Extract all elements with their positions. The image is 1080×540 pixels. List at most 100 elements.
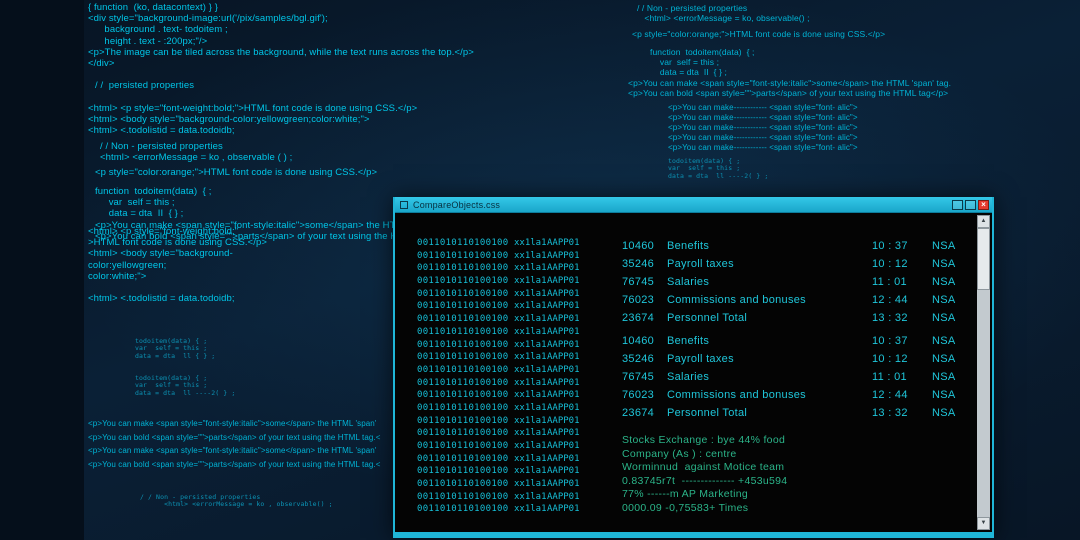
- binary-column: 0011010110100100 xx1la1AAPP01 001101011010…: [417, 238, 580, 517]
- binary-code1: xx1la1: [514, 314, 547, 325]
- binary-code2: AAPP01: [547, 504, 580, 515]
- window-titlebar[interactable]: CompareObjects.css ×: [395, 197, 992, 213]
- binary-code2: AAPP01: [547, 415, 580, 426]
- binary-bits: 0011010110100100: [417, 263, 509, 274]
- fin-agency: NSA: [932, 335, 956, 347]
- binary-bits: 0011010110100100: [417, 466, 509, 477]
- compare-objects-window: CompareObjects.css × 0011010110100100 xx1…: [393, 197, 994, 538]
- code-block-right-small-todoitem: todoitem(data) { ; var self = this ; dat…: [668, 157, 769, 180]
- binary-code2: AAPP01: [547, 339, 580, 350]
- binary-bits: 0011010110100100: [417, 301, 509, 312]
- fin-agency: NSA: [932, 407, 956, 419]
- binary-row: 0011010110100100 xx1la1AAPP01: [417, 479, 580, 492]
- binary-code2: AAPP01: [547, 491, 580, 502]
- window-controls: ×: [952, 199, 989, 210]
- code-block-right-todoitem: function todoitem(data) { ; var self = t…: [650, 47, 755, 77]
- fin-agency: NSA: [932, 371, 956, 383]
- binary-code1: xx1la1: [514, 466, 547, 477]
- binary-row: 0011010110100100 xx1la1AAPP01: [417, 340, 580, 353]
- fin-amount: 10460: [622, 335, 655, 347]
- binary-code2: AAPP01: [547, 250, 580, 261]
- binary-row: 0011010110100100 xx1la1AAPP01: [417, 289, 580, 302]
- binary-code1: xx1la1: [514, 326, 547, 337]
- fin-label: Commissions and bonuses: [667, 294, 806, 306]
- binary-row: 0011010110100100 xx1la1AAPP01: [417, 301, 580, 314]
- code-block-right-span-tags: <p>You can make <span style="font-style:…: [628, 78, 952, 98]
- binary-code1: xx1la1: [514, 504, 547, 515]
- scroll-up-button[interactable]: ▲: [977, 215, 990, 228]
- binary-row: 0011010110100100 xx1la1AAPP01: [417, 352, 580, 365]
- binary-bits: 0011010110100100: [417, 314, 509, 325]
- fin-time: 13 : 32: [872, 312, 908, 324]
- binary-bits: 0011010110100100: [417, 479, 509, 490]
- financial-row: 35246 Payroll taxes 10 : 12 NSA: [622, 353, 974, 371]
- code-block-right-color-orange: <p style="color:orange;">HTML font code …: [632, 29, 886, 39]
- binary-row: 0011010110100100 xx1la1AAPP01: [417, 390, 580, 403]
- binary-code2: AAPP01: [547, 263, 580, 274]
- binary-code1: xx1la1: [514, 276, 547, 287]
- scrollbar-thumb[interactable]: [977, 228, 990, 290]
- code-block-small-todoitem: todoitem(data) { ; var self = this ; dat…: [135, 337, 236, 397]
- binary-row: 0011010110100100 xx1la1AAPP01: [417, 454, 580, 467]
- financial-row: 76023 Commissions and bonuses 12 : 44 NSA: [622, 294, 974, 312]
- binary-code1: xx1la1: [514, 250, 547, 261]
- binary-code2: AAPP01: [547, 238, 580, 248]
- binary-code1: xx1la1: [514, 415, 547, 426]
- binary-bits: 0011010110100100: [417, 326, 509, 337]
- binary-code2: AAPP01: [547, 390, 580, 401]
- binary-bits: 0011010110100100: [417, 276, 509, 287]
- binary-bits: 0011010110100100: [417, 504, 509, 515]
- binary-row: 0011010110100100 xx1la1AAPP01: [417, 378, 580, 391]
- binary-code1: xx1la1: [514, 479, 547, 490]
- binary-code1: xx1la1: [514, 352, 547, 363]
- binary-row: 0011010110100100 xx1la1AAPP01: [417, 428, 580, 441]
- binary-bits: 0011010110100100: [417, 238, 509, 248]
- binary-row: 0011010110100100 xx1la1AAPP01: [417, 263, 580, 276]
- binary-code2: AAPP01: [547, 314, 580, 325]
- scrollbar[interactable]: ▲ ▼: [977, 215, 990, 530]
- fin-label: Payroll taxes: [667, 353, 734, 365]
- code-block-color-orange: <p style="color:orange;">HTML font code …: [95, 167, 378, 178]
- fin-label: Benefits: [667, 335, 710, 347]
- binary-row: 0011010110100100 xx1la1AAPP01: [417, 403, 580, 416]
- fin-label: Personnel Total: [667, 312, 748, 324]
- financial-column: 10460 Benefits 10 : 37 NSA 35246 Payroll taxe…: [622, 240, 974, 516]
- scrollbar-track[interactable]: [977, 228, 990, 517]
- window-bottom-bar: [393, 532, 994, 538]
- window-icon: [400, 200, 408, 209]
- binary-bits: 0011010110100100: [417, 453, 509, 464]
- maximize-button[interactable]: [965, 199, 976, 210]
- binary-row: 0011010110100100 xx1la1AAPP01: [417, 365, 580, 378]
- desktop: { function (ko, datacontext) } } <div st…: [0, 0, 1080, 540]
- fin-amount: 76023: [622, 389, 655, 401]
- scroll-down-button[interactable]: ▼: [977, 517, 990, 530]
- binary-code2: AAPP01: [547, 428, 580, 439]
- code-block-span-lines: <p>You can make <span style="font-style:…: [88, 419, 381, 469]
- binary-row: 0011010110100100 xx1la1AAPP01: [417, 441, 580, 454]
- financial-rows: 10460 Benefits 10 : 37 NSA 35246 Payroll taxe…: [622, 240, 974, 425]
- fin-agency: NSA: [932, 389, 956, 401]
- binary-code2: AAPP01: [547, 402, 580, 413]
- fin-agency: NSA: [932, 353, 956, 365]
- fin-time: 11 : 01: [872, 276, 907, 288]
- fin-time: 12 : 44: [872, 389, 908, 401]
- fin-amount: 35246: [622, 353, 655, 365]
- binary-code1: xx1la1: [514, 428, 547, 439]
- binary-code2: AAPP01: [547, 326, 580, 337]
- fin-agency: NSA: [932, 276, 956, 288]
- minimize-button[interactable]: [952, 199, 963, 210]
- close-button[interactable]: ×: [978, 199, 989, 210]
- fin-label: Salaries: [667, 276, 710, 288]
- code-block-function-div: { function (ko, datacontext) } } <div st…: [88, 2, 474, 70]
- terminal-area: 0011010110100100 xx1la1AAPP01 001101011010…: [395, 213, 992, 532]
- fin-amount: 76745: [622, 276, 655, 288]
- binary-code2: AAPP01: [547, 364, 580, 375]
- code-block-html-wrapped: <html> <p style="font-weight:bold;" >HTM…: [88, 226, 268, 305]
- binary-code1: xx1la1: [514, 453, 547, 464]
- code-block-right-non-persisted: / / Non - persisted properties <html> <e…: [637, 3, 810, 23]
- left-dark-strip: [0, 0, 84, 540]
- binary-row: 0011010110100100 xx1la1AAPP01: [417, 416, 580, 429]
- financial-row: 76745 Salaries 11 : 01 NSA: [622, 371, 974, 389]
- binary-bits: 0011010110100100: [417, 364, 509, 375]
- fin-agency: NSA: [932, 240, 956, 252]
